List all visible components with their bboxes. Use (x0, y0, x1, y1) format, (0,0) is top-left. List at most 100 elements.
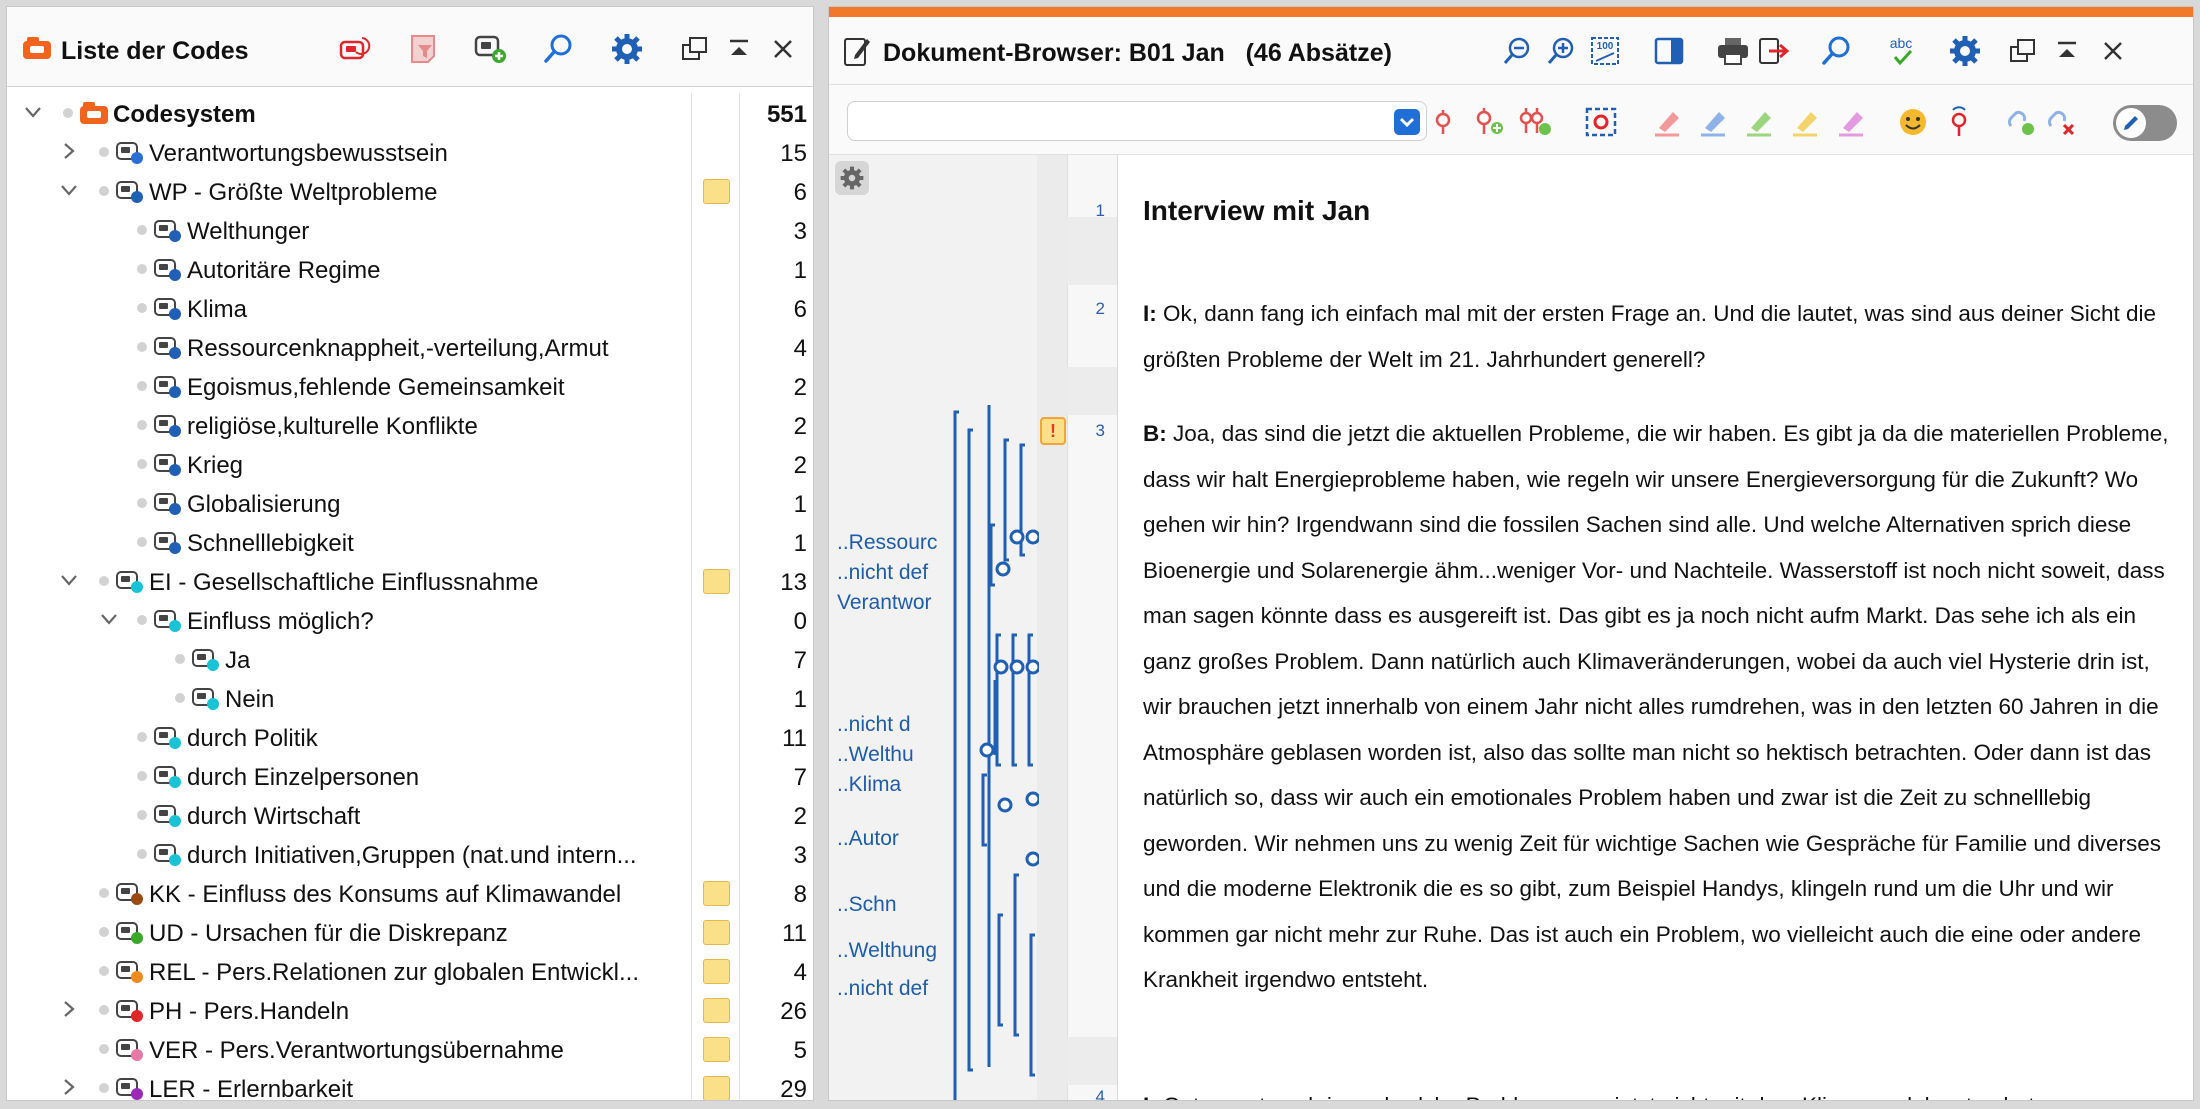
tree-row[interactable]: Ja 7 (7, 639, 813, 678)
activation-dot[interactable] (137, 225, 147, 235)
tree-row[interactable]: Codesystem 551 (7, 93, 813, 132)
new-code-icon[interactable] (473, 31, 509, 67)
code-quick-select[interactable] (847, 101, 1427, 141)
tree-row[interactable]: Egoismus,fehlende Gemeinsamkeit 2 (7, 366, 813, 405)
activation-dot[interactable] (99, 927, 109, 937)
toggle-sidebar-icon[interactable] (1651, 33, 1687, 69)
activation-dot[interactable] (99, 147, 109, 157)
search-icon[interactable] (1819, 33, 1855, 69)
margin-code-label[interactable]: Verantwor (837, 591, 945, 615)
margin-code-label[interactable]: ..Welthung (837, 939, 953, 963)
tree-row[interactable]: Klima 6 (7, 288, 813, 327)
margin-code-label[interactable]: ..Klima (837, 773, 932, 797)
edit-mode-toggle[interactable] (2113, 105, 2177, 141)
close-icon[interactable] (2095, 33, 2131, 69)
zoom-in-icon[interactable] (1543, 33, 1579, 69)
margin-code-label[interactable]: ..nicht def (837, 977, 953, 1001)
code-with-new-code-icon[interactable] (1471, 104, 1507, 140)
zoom-100-icon[interactable]: 100 (1587, 33, 1623, 69)
emoticode-icon[interactable] (1895, 104, 1931, 140)
remove-link-icon[interactable] (2043, 104, 2079, 140)
activation-dot[interactable] (99, 576, 109, 586)
coding-stripes[interactable] (939, 405, 1039, 1101)
margin-code-label[interactable]: ..Autor (837, 827, 919, 851)
activation-dot[interactable] (63, 108, 73, 118)
add-link-icon[interactable] (2003, 104, 2039, 140)
activation-dot[interactable] (99, 1083, 109, 1093)
tree-row[interactable]: LER - Erlernbarkeit 29 (7, 1068, 813, 1100)
chevron-down-icon[interactable] (1394, 109, 1420, 135)
highlighter-blue-icon[interactable] (1695, 104, 1731, 140)
activation-dot[interactable] (137, 342, 147, 352)
activation-dot[interactable] (137, 537, 147, 547)
activation-dot[interactable] (99, 1005, 109, 1015)
chevron-right-icon[interactable] (59, 999, 79, 1019)
activation-dot[interactable] (99, 888, 109, 898)
tree-row[interactable]: Autoritäre Regime 1 (7, 249, 813, 288)
print-icon[interactable] (1715, 33, 1751, 69)
activation-dot[interactable] (137, 420, 147, 430)
activation-dot[interactable] (175, 693, 185, 703)
chevron-down-icon[interactable] (59, 180, 79, 200)
tree-row[interactable]: durch Einzelpersonen 7 (7, 756, 813, 795)
activation-dot[interactable] (137, 498, 147, 508)
chevron-down-icon[interactable] (59, 570, 79, 590)
memo-icon[interactable] (703, 959, 730, 984)
tree-row[interactable]: Krieg 2 (7, 444, 813, 483)
chevron-right-icon[interactable] (59, 1077, 79, 1097)
activation-dot[interactable] (137, 810, 147, 820)
tree-row[interactable]: KK - Einfluss des Konsums auf Klimawande… (7, 873, 813, 912)
memo-warning-icon[interactable]: ! (1040, 417, 1066, 445)
tree-row[interactable]: UD - Ursachen für die Diskrepanz 11 (7, 912, 813, 951)
memo-icon[interactable] (703, 881, 730, 906)
margin-code-label[interactable]: ..nicht def (837, 561, 945, 585)
tree-row[interactable]: durch Wirtschaft 2 (7, 795, 813, 834)
activation-dot[interactable] (99, 1044, 109, 1054)
memo-icon[interactable] (703, 1076, 730, 1100)
margin-code-label[interactable]: ..nicht d (837, 713, 932, 737)
code-multiple-icon[interactable] (1517, 104, 1553, 140)
chevron-down-icon[interactable] (99, 609, 119, 629)
filter-codes-icon[interactable] (405, 31, 441, 67)
margin-code-label[interactable]: ..Welthu (837, 743, 932, 767)
highlighter-red-icon[interactable] (1649, 104, 1685, 140)
tree-row[interactable]: Globalisierung 1 (7, 483, 813, 522)
tree-row[interactable]: durch Politik 11 (7, 717, 813, 756)
activation-dot[interactable] (99, 186, 109, 196)
tree-row[interactable]: REL - Pers.Relationen zur globalen Entwi… (7, 951, 813, 990)
gear-icon[interactable] (609, 31, 645, 67)
export-icon[interactable] (1755, 33, 1791, 69)
memo-icon[interactable] (703, 920, 730, 945)
paragraph-4[interactable]: I: Gut, sonst noch irgendwelche Probleme… (1143, 1083, 2179, 1100)
undock-window-icon[interactable] (2005, 33, 2041, 69)
memo-icon[interactable] (703, 569, 730, 594)
spellcheck-icon[interactable]: abc (1883, 33, 1919, 69)
tree-row[interactable]: Welthunger 3 (7, 210, 813, 249)
chevron-right-icon[interactable] (59, 141, 79, 161)
margin-code-label[interactable]: ..Schn (837, 893, 919, 917)
collapse-pane-icon[interactable] (2049, 33, 2085, 69)
activation-dot[interactable] (137, 303, 147, 313)
activation-dot[interactable] (99, 966, 109, 976)
tree-row[interactable]: WP - Größte Weltprobleme 6 (7, 171, 813, 210)
undock-window-icon[interactable] (677, 31, 713, 67)
highlighter-magenta-icon[interactable] (1833, 104, 1869, 140)
activation-dot[interactable] (137, 615, 147, 625)
activation-dot[interactable] (137, 849, 147, 859)
highlighter-green-icon[interactable] (1741, 104, 1777, 140)
tree-row[interactable]: religiöse,kulturelle Konflikte 2 (7, 405, 813, 444)
gear-icon[interactable] (1947, 33, 1983, 69)
chevron-down-icon[interactable] (23, 102, 43, 122)
paragraph-2[interactable]: I: Ok, dann fang ich einfach mal mit der… (1143, 291, 2179, 382)
tree-row[interactable]: Nein 1 (7, 678, 813, 717)
search-icon[interactable] (541, 31, 577, 67)
margin-code-label[interactable]: ..Ressourc (837, 531, 945, 555)
activation-dot[interactable] (137, 264, 147, 274)
memo-icon[interactable] (703, 1037, 730, 1062)
activation-dot[interactable] (137, 732, 147, 742)
margin-settings-icon[interactable] (835, 161, 869, 195)
highlighter-yellow-icon[interactable] (1787, 104, 1823, 140)
memo-icon[interactable] (703, 998, 730, 1023)
document-text-area[interactable]: Interview mit Jan I: Ok, dann fang ich e… (1139, 155, 2179, 1100)
tree-row[interactable]: Ressourcenknappheit,-verteilung,Armut 4 (7, 327, 813, 366)
